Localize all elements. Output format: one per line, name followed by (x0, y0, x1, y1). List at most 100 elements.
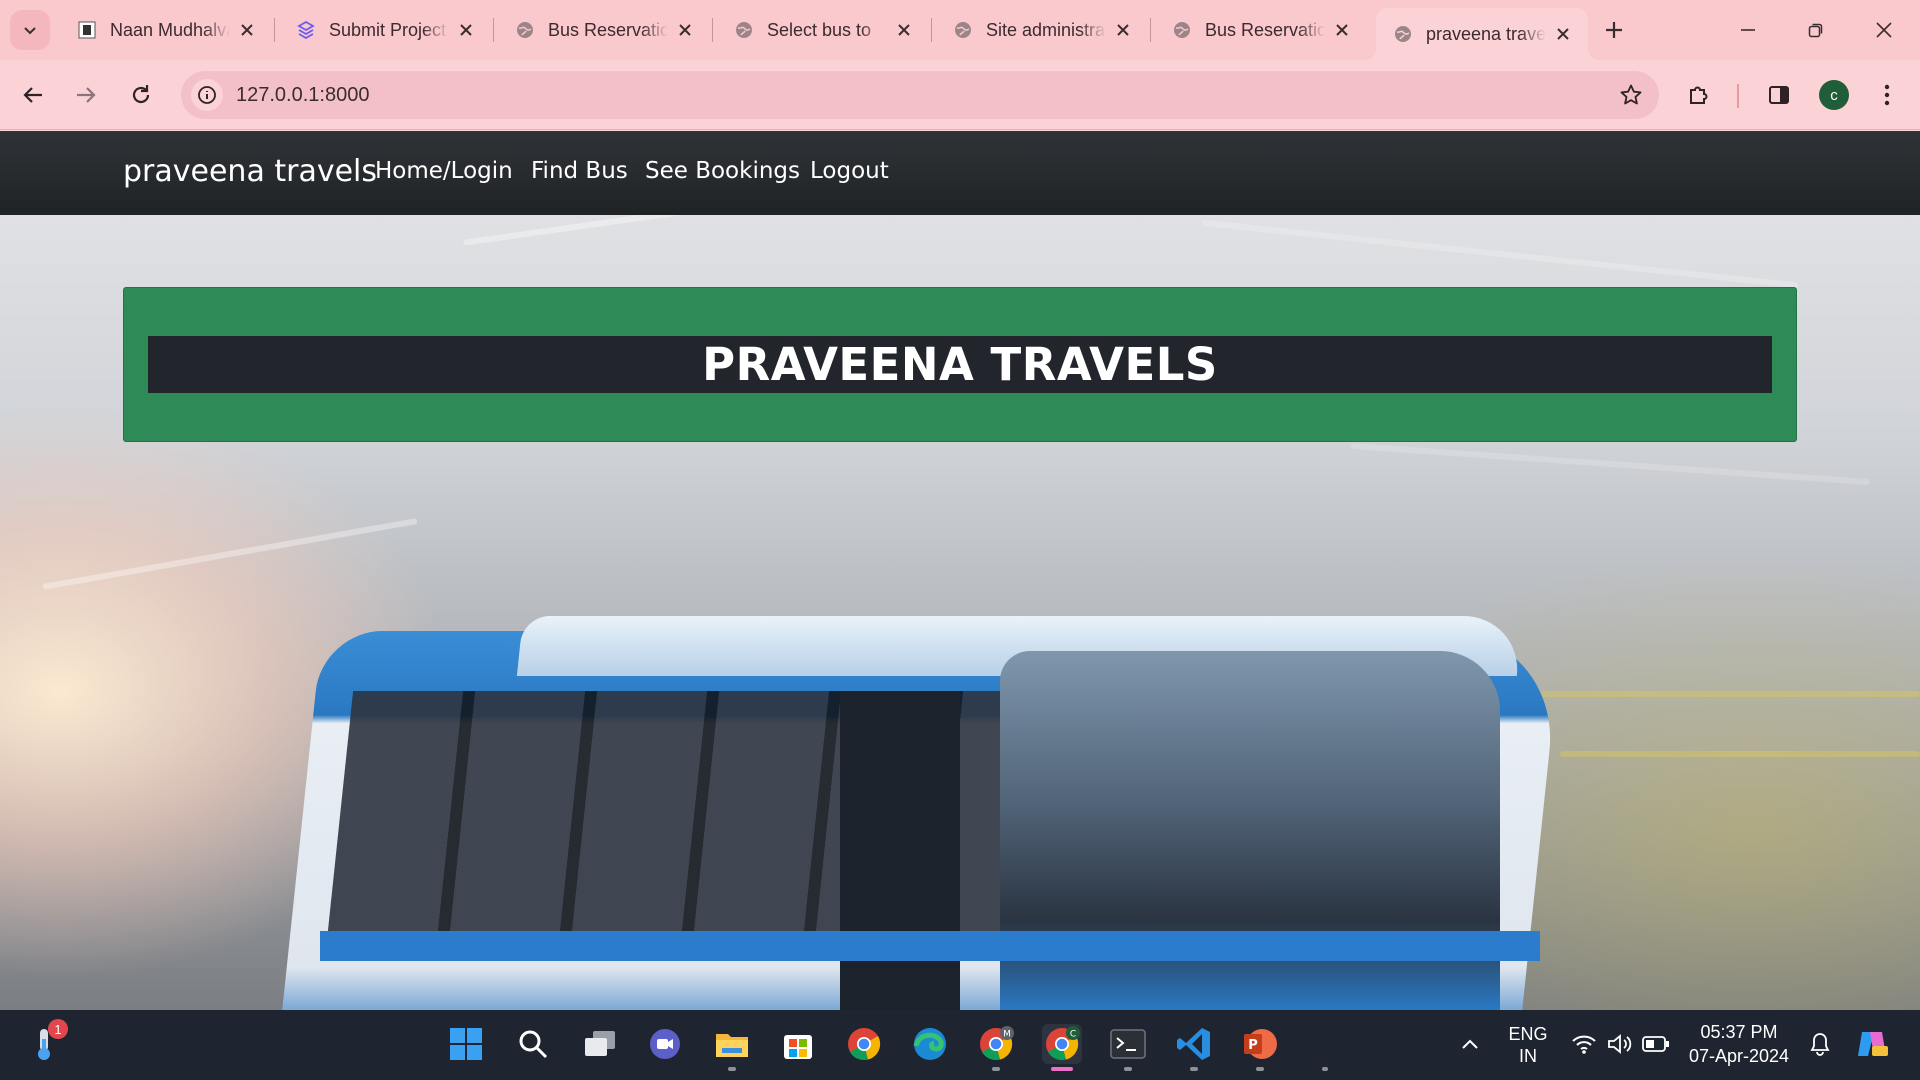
microsoft-store-button[interactable] (778, 1024, 818, 1064)
battery-icon[interactable] (1636, 1024, 1676, 1064)
vscode-button[interactable] (1174, 1024, 1214, 1064)
volume-icon[interactable] (1600, 1024, 1640, 1064)
teams-chat-button[interactable] (645, 1024, 685, 1064)
powerpoint-button[interactable]: P (1240, 1024, 1280, 1064)
tab-search-button[interactable] (10, 10, 50, 50)
tab-separator (712, 18, 713, 42)
clock[interactable]: 05:37 PM 07-Apr-2024 (1684, 1020, 1794, 1068)
reload-icon (132, 85, 150, 104)
nav-link-see-bookings[interactable]: See Bookings (645, 158, 800, 184)
svg-text:M: M (1003, 1030, 1011, 1040)
start-button[interactable] (446, 1024, 486, 1064)
tab-bus-reservation-1[interactable]: Bus Reservation (498, 8, 710, 52)
close-icon[interactable] (236, 19, 258, 41)
tab-separator (1150, 18, 1151, 42)
toolbar-divider (1737, 84, 1739, 108)
nav-link-home-login[interactable]: Home/Login (375, 158, 513, 184)
hero-background-image (0, 131, 1920, 1010)
tab-separator (931, 18, 932, 42)
language-indicator[interactable]: ENG IN (1500, 1023, 1556, 1067)
site-info-icon[interactable] (191, 79, 223, 111)
close-icon[interactable] (1552, 23, 1574, 45)
heading-banner: PRAVEENA TRAVELS (123, 287, 1797, 442)
chrome-button[interactable] (844, 1024, 884, 1064)
minimize-button[interactable] (1714, 0, 1782, 60)
side-panel-button[interactable] (1759, 75, 1799, 115)
windows-icon (450, 1028, 482, 1060)
tab-select-bus[interactable]: Select bus to (717, 8, 929, 52)
chrome-profile-c-button[interactable]: C (1042, 1024, 1082, 1064)
tab-naan-mudhalvan[interactable]: Naan Mudhalvan (60, 8, 272, 52)
back-button[interactable] (13, 75, 53, 115)
extensions-button[interactable] (1679, 75, 1719, 115)
task-view-button[interactable] (580, 1024, 620, 1064)
browser-toolbar: 127.0.0.1:8000 (0, 60, 1920, 130)
file-explorer-button[interactable] (712, 1024, 752, 1064)
page-viewport: praveena travels Home/Login Find Bus See… (0, 131, 1920, 1010)
side-panel-icon (1769, 86, 1789, 104)
terminal-button[interactable] (1108, 1024, 1148, 1064)
copilot-icon (1858, 1032, 1888, 1056)
restore-button[interactable] (1782, 0, 1850, 60)
page-title: PRAVEENA TRAVELS (702, 338, 1218, 391)
terminal-icon (1110, 1029, 1146, 1059)
chrome-profile-m-button[interactable]: M (976, 1024, 1016, 1064)
chrome-icon (848, 1028, 881, 1061)
tab-bus-reservation-2[interactable]: Bus Reservation (1155, 8, 1367, 52)
arrow-right-icon (77, 87, 96, 103)
copilot-button[interactable] (1852, 1024, 1892, 1064)
menu-button[interactable] (1867, 75, 1907, 115)
svg-text:C: C (1070, 1030, 1076, 1040)
reload-button[interactable] (121, 75, 161, 115)
folder-icon (716, 1034, 748, 1057)
bookmark-star-icon[interactable] (1615, 79, 1647, 111)
search-icon (519, 1030, 548, 1059)
chrome-icon: C (1046, 1026, 1080, 1061)
college-icon (76, 19, 98, 41)
svg-text:P: P (1248, 1038, 1258, 1053)
close-window-button[interactable] (1850, 0, 1918, 60)
close-icon[interactable] (1112, 19, 1134, 41)
notification-center-button[interactable] (1800, 1024, 1840, 1064)
tab-strip: Naan Mudhalvan Submit Project Bus Reserv… (0, 0, 1920, 60)
wifi-icon[interactable] (1564, 1024, 1604, 1064)
globe-icon (514, 19, 536, 41)
url-text[interactable]: 127.0.0.1:8000 (236, 84, 369, 107)
close-icon[interactable] (1331, 19, 1353, 41)
globe-icon (952, 19, 974, 41)
tab-separator (493, 18, 494, 42)
close-icon[interactable] (893, 19, 915, 41)
kebab-menu-icon (1884, 84, 1890, 106)
site-brand-link[interactable]: praveena travels (123, 154, 377, 189)
new-tab-button[interactable] (1596, 12, 1632, 48)
address-bar[interactable]: 127.0.0.1:8000 (181, 71, 1659, 119)
stack-icon (295, 19, 317, 41)
minimize-icon (1741, 29, 1755, 31)
tab-site-administration[interactable]: Site administration (936, 8, 1148, 52)
tab-submit-project[interactable]: Submit Project (279, 8, 491, 52)
site-navbar: praveena travels Home/Login Find Bus See… (0, 131, 1920, 215)
edge-button[interactable] (910, 1024, 950, 1064)
edge-icon (913, 1028, 946, 1060)
close-icon[interactable] (455, 19, 477, 41)
plus-icon (1606, 22, 1622, 38)
powerpoint-icon: P (1244, 1029, 1277, 1059)
profile-avatar[interactable]: c (1819, 80, 1849, 110)
task-view-icon (585, 1031, 615, 1056)
tab-separator (274, 18, 275, 42)
show-hidden-icons-button[interactable] (1450, 1024, 1490, 1064)
taskbar-search-button[interactable] (513, 1024, 553, 1064)
puzzle-icon (1690, 86, 1708, 104)
nav-link-find-bus[interactable]: Find Bus (531, 158, 628, 184)
nav-link-logout[interactable]: Logout (810, 158, 889, 184)
close-icon[interactable] (674, 19, 696, 41)
clock-time: 05:37 PM (1700, 1022, 1778, 1042)
arrow-left-icon (23, 87, 42, 103)
forward-button[interactable] (66, 75, 106, 115)
close-icon (1876, 22, 1892, 38)
restore-icon (1808, 23, 1823, 38)
clock-date: 07-Apr-2024 (1688, 1046, 1790, 1066)
bell-icon (1810, 1033, 1830, 1056)
tab-praveena-travels[interactable]: praveena travels (1364, 8, 1600, 60)
heading-bar: PRAVEENA TRAVELS (148, 336, 1772, 393)
